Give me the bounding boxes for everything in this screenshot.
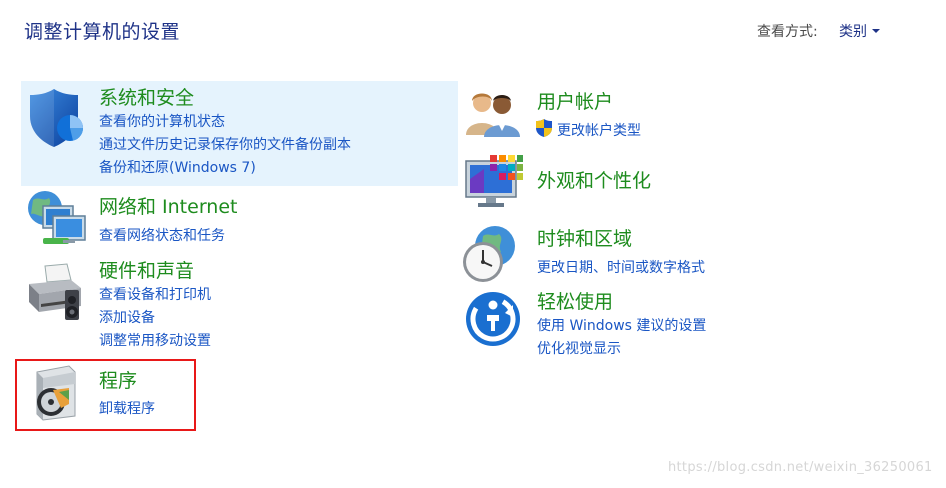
view-by-label: 查看方式: — [757, 24, 818, 40]
category-title-hardware-sound[interactable]: 硬件和声音 — [99, 256, 194, 283]
category-title-system-security[interactable]: 系统和安全 — [99, 83, 194, 110]
shield-icon[interactable] — [26, 86, 86, 150]
printer-icon[interactable] — [25, 262, 89, 324]
link-change-date-time-format[interactable]: 更改日期、时间或数字格式 — [537, 257, 705, 277]
category-title-ease-of-access[interactable]: 轻松使用 — [537, 287, 613, 314]
category-title-user-accounts[interactable]: 用户帐户 — [537, 87, 613, 114]
link-devices-printers[interactable]: 查看设备和打印机 — [99, 284, 211, 304]
link-mobility-settings[interactable]: 调整常用移动设置 — [99, 330, 211, 350]
category-title-clock-region[interactable]: 时钟和区域 — [537, 224, 632, 251]
link-change-account-type[interactable]: 更改帐户类型 — [557, 120, 641, 140]
appearance-icon[interactable] — [464, 153, 524, 211]
category-title-appearance[interactable]: 外观和个性化 — [537, 166, 651, 193]
chevron-down-icon — [872, 29, 880, 33]
network-icon[interactable] — [25, 190, 87, 248]
link-optimize-visual-display[interactable]: 优化视觉显示 — [537, 338, 621, 358]
link-add-device[interactable]: 添加设备 — [99, 307, 155, 327]
page-title: 调整计算机的设置 — [24, 21, 181, 43]
view-by-value: 类别 — [839, 24, 867, 40]
ease-of-access-icon[interactable] — [465, 291, 521, 347]
link-view-computer-status[interactable]: 查看你的计算机状态 — [99, 111, 225, 131]
clock-globe-icon[interactable] — [461, 224, 521, 284]
uac-shield-icon — [535, 118, 553, 138]
highlight-box — [15, 359, 196, 431]
link-recommended-settings[interactable]: 使用 Windows 建议的设置 — [537, 315, 706, 335]
watermark: https://blog.csdn.net/weixin_36250061 — [668, 460, 933, 475]
link-backup-restore[interactable]: 备份和还原(Windows 7) — [99, 157, 256, 177]
users-icon[interactable] — [464, 89, 522, 139]
link-view-network-status[interactable]: 查看网络状态和任务 — [99, 225, 225, 245]
category-title-network-internet[interactable]: 网络和 Internet — [99, 192, 237, 219]
link-file-history-backup[interactable]: 通过文件历史记录保存你的文件备份副本 — [99, 134, 351, 154]
view-by-dropdown[interactable]: 类别 — [839, 21, 880, 41]
